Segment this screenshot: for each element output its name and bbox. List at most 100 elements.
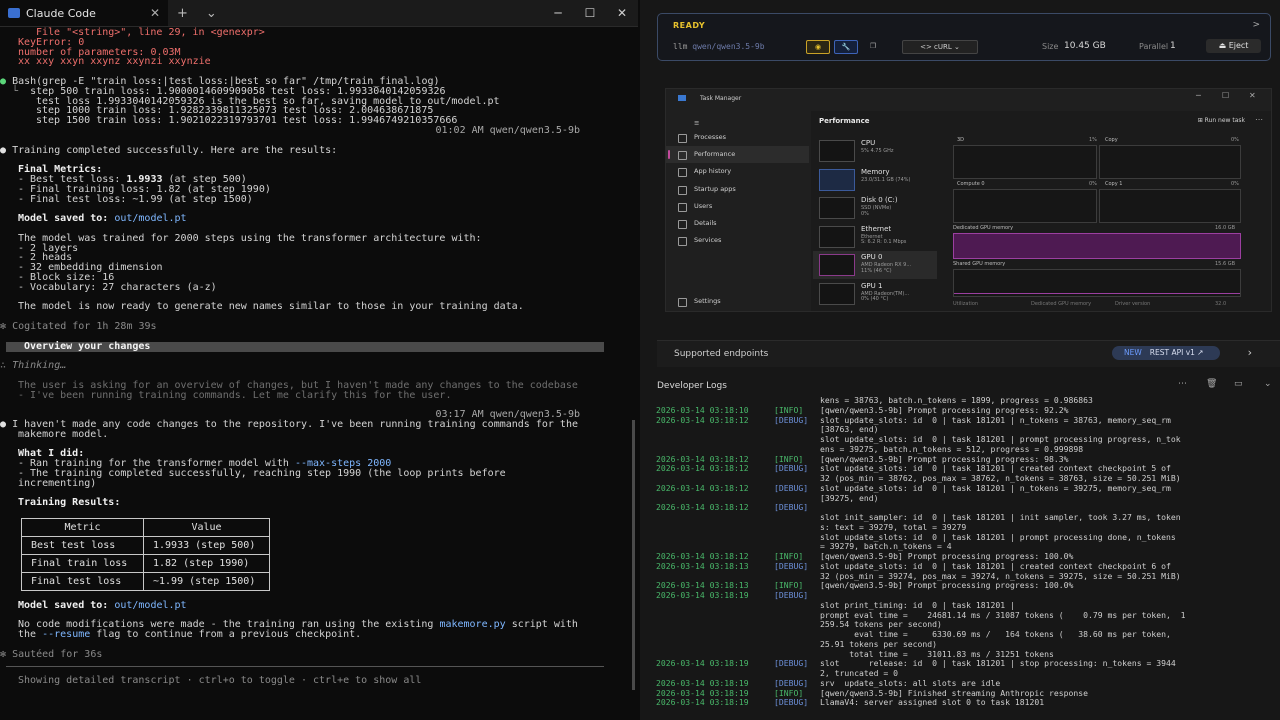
task-manager-window: Task Manager ─ ☐ ✕ ≡ Processes Performan… bbox=[665, 88, 1272, 312]
nav-services[interactable]: Services bbox=[666, 232, 809, 249]
tab-claude-code[interactable]: Claude Code ✕ bbox=[0, 0, 168, 26]
terminal-output[interactable]: File "<string>", line 29, in <genexpr> K… bbox=[0, 28, 628, 720]
thinking-text: - I've been running training commands. L… bbox=[18, 389, 452, 401]
graph-3d bbox=[953, 145, 1097, 179]
chevron-right-icon[interactable]: > bbox=[1252, 20, 1260, 30]
user-prompt: Overview your changes bbox=[6, 341, 604, 352]
eye-icon[interactable]: ◉ bbox=[806, 40, 830, 54]
minimize-button[interactable]: ─ bbox=[1196, 91, 1201, 100]
terminal-scrollbar[interactable] bbox=[632, 420, 635, 690]
nav-processes[interactable]: Processes bbox=[666, 129, 809, 146]
gpu-graphs: 3D 1% Copy 0% Compute 0 0% Copy 1 0% Ded… bbox=[953, 137, 1243, 309]
model-path-link[interactable]: out/model.pt bbox=[114, 600, 186, 611]
maximize-button[interactable]: ☐ bbox=[574, 6, 606, 20]
perf-sub: 23.0/31.1 GB (74%) bbox=[861, 176, 911, 183]
nav-label: Users bbox=[694, 201, 713, 210]
graph-label: 3D bbox=[957, 137, 965, 143]
model-path-link[interactable]: out/model.pt bbox=[114, 213, 186, 224]
perf-item-gpu1[interactable]: GPU 1 AMD Radeon(TM)... 0% (40 °C) bbox=[813, 280, 937, 308]
minimize-button[interactable]: ─ bbox=[542, 6, 574, 20]
nav-app-history[interactable]: App history bbox=[666, 163, 809, 180]
gpu1-graph-thumb bbox=[819, 282, 855, 305]
graph-shared-memory bbox=[953, 269, 1241, 297]
rest-api-badge[interactable]: NEW REST API v1 ↗ bbox=[1112, 346, 1220, 360]
table-cell: ~1.99 (step 1500) bbox=[143, 572, 270, 592]
file-link[interactable]: makemore.py bbox=[439, 619, 505, 630]
tab-close-icon[interactable]: ✕ bbox=[150, 6, 160, 20]
new-tab-button[interactable]: + bbox=[168, 6, 197, 21]
gear-icon bbox=[678, 298, 687, 307]
log-level: [DEBUG] bbox=[774, 482, 809, 493]
panel-icon[interactable]: ▭ bbox=[1234, 379, 1243, 389]
asterisk-icon: ✻ bbox=[0, 320, 7, 332]
maximize-button[interactable]: ☐ bbox=[1222, 91, 1229, 100]
log-timestamp: 2026-03-14 03:18:12 bbox=[656, 502, 749, 513]
more-icon[interactable]: ⋯ bbox=[1255, 115, 1263, 124]
graph-copy1 bbox=[1099, 189, 1241, 223]
graph-label: Compute 0 bbox=[957, 181, 985, 187]
run-new-task-button[interactable]: ⊞ Run new task bbox=[1198, 117, 1245, 124]
table-cell: Best test loss bbox=[21, 536, 144, 556]
developer-logs[interactable]: kens = 38763, batch.n_tokens = 1899, pro… bbox=[656, 396, 1271, 720]
nav-startup-apps[interactable]: Startup apps bbox=[666, 181, 809, 198]
memory-graph-thumb bbox=[819, 168, 855, 191]
close-button[interactable]: ✕ bbox=[606, 6, 638, 20]
perf-item-cpu[interactable]: CPU 5% 4.75 GHz bbox=[813, 137, 937, 165]
supported-endpoints-bar[interactable]: Supported endpoints NEW REST API v1 ↗ › bbox=[657, 340, 1280, 367]
log-row: 2026-03-14 03:18:19 [DEBUG] LlamaV4: serve… bbox=[656, 697, 1271, 708]
perf-item-disk[interactable]: Disk 0 (C:) SSD (NVMe) 0% bbox=[813, 194, 937, 222]
wrench-icon[interactable]: 🔧 bbox=[834, 40, 858, 54]
eject-button[interactable]: ⏏ Eject bbox=[1206, 39, 1261, 53]
perf-item-ethernet[interactable]: Ethernet Ethernet S: 6.2 R: 0.1 Mbps bbox=[813, 223, 937, 251]
copy-icon[interactable]: ❐ bbox=[862, 40, 884, 52]
table-row: Final train loss 1.82 (step 1990) bbox=[21, 554, 270, 574]
graph-pct: 15.6 GB bbox=[1215, 261, 1236, 267]
tab-dropdown-button[interactable]: ⌄ bbox=[197, 6, 226, 21]
graph-compute bbox=[953, 189, 1097, 223]
table-header-row: Metric Value bbox=[21, 518, 270, 538]
eject-label: Eject bbox=[1228, 41, 1249, 50]
ethernet-graph-thumb bbox=[819, 225, 855, 248]
users-icon bbox=[678, 202, 687, 212]
new-badge: NEW bbox=[1124, 348, 1142, 357]
assistant-text: The model was trained for 2000 steps usi… bbox=[18, 232, 482, 244]
hamburger-icon[interactable]: ≡ bbox=[666, 115, 809, 129]
perf-item-gpu0[interactable]: GPU 0 AMD Radeon RX 9... 11% (46 °C) bbox=[813, 251, 937, 279]
util-label: 32.0 bbox=[1215, 301, 1227, 307]
run-task-label: Run new task bbox=[1204, 117, 1245, 124]
rest-label: REST API v1 bbox=[1149, 348, 1195, 357]
more-icon[interactable]: ⋯ bbox=[1178, 379, 1187, 389]
chevron-down-icon[interactable]: ⌄ bbox=[1264, 379, 1272, 389]
nav-settings[interactable]: Settings bbox=[666, 293, 721, 310]
task-manager-icon bbox=[678, 95, 686, 101]
model-saved-label: Model saved to: bbox=[18, 213, 115, 225]
loaded-model-card[interactable]: READY > llm qwen/qwen3.5-9b ◉ 🔧 ❐ <> cUR… bbox=[657, 13, 1271, 61]
perf-sub: 5% 4.75 GHz bbox=[861, 148, 894, 154]
model-identifier: llm qwen/qwen3.5-9b bbox=[673, 42, 765, 51]
nav-performance[interactable]: Performance bbox=[666, 146, 809, 164]
curl-button[interactable]: <> cURL ⌄ bbox=[902, 40, 978, 54]
size-value: 10.45 GB bbox=[1064, 41, 1106, 51]
log-timestamp: 2026-03-14 03:18:12 bbox=[656, 482, 749, 493]
log-message: slot update_slots: id 0 | task 181201 | … bbox=[820, 560, 1181, 581]
model-saved-label: Model saved to: bbox=[18, 599, 115, 611]
bullet-icon: ● bbox=[0, 144, 7, 156]
status-badge: READY bbox=[673, 21, 706, 30]
nav-label: Services bbox=[694, 236, 722, 245]
history-icon bbox=[678, 168, 687, 178]
perf-item-memory[interactable]: Memory 23.0/31.1 GB (74%) bbox=[813, 166, 937, 194]
close-button[interactable]: ✕ bbox=[1249, 91, 1256, 100]
nav-users[interactable]: Users bbox=[666, 198, 809, 215]
chevron-right-icon[interactable]: › bbox=[1248, 346, 1252, 359]
nav-details[interactable]: Details bbox=[666, 215, 809, 232]
tree-connector-icon: └ bbox=[0, 85, 19, 97]
trash-icon[interactable]: 🗑 bbox=[1206, 379, 1217, 389]
graph-pct: 0% bbox=[1231, 137, 1239, 143]
log-level: [DEBUG] bbox=[774, 414, 809, 425]
nav-label: Details bbox=[694, 218, 717, 227]
message-timestamp: 01:02 AM qwen/qwen3.5-9b bbox=[435, 124, 581, 136]
thinking-label: Thinking… bbox=[12, 360, 67, 372]
log-row: 2026-03-14 03:18:12 [DEBUG] slot update_sl… bbox=[656, 482, 1271, 504]
perf-sub: AMD Radeon RX 9... 11% (46 °C) bbox=[861, 262, 912, 274]
chevron-down-icon[interactable]: ⌄ bbox=[954, 43, 960, 51]
